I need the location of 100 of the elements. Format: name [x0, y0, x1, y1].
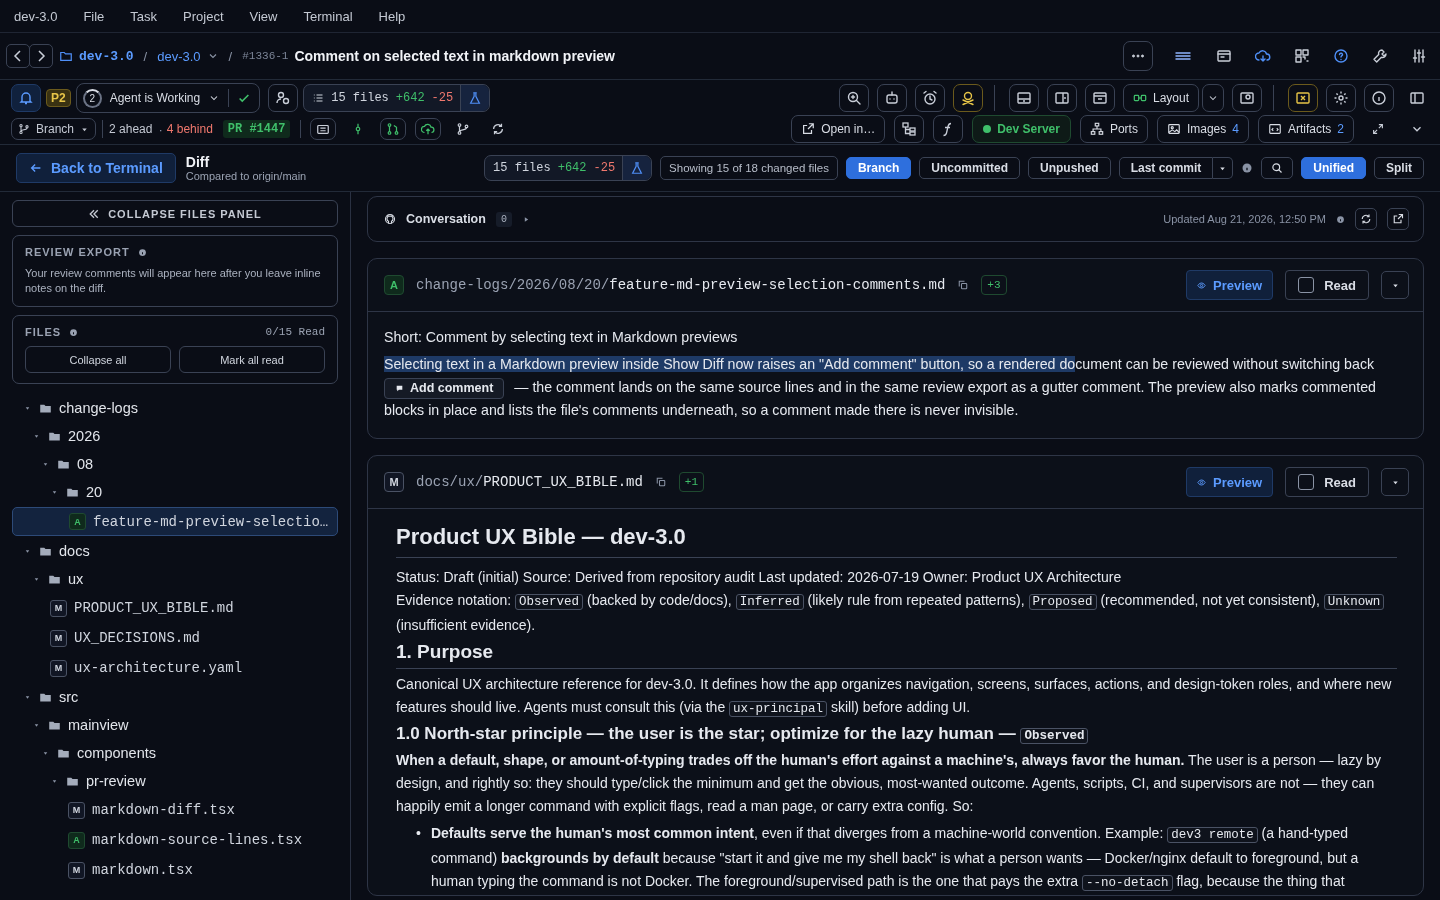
- layout-button[interactable]: Layout: [1122, 84, 1199, 112]
- file-name: markdown-source-lines.tsx: [92, 832, 303, 848]
- branch-selector[interactable]: dev-3.0: [157, 48, 201, 64]
- file-status-badge: M: [68, 801, 85, 819]
- paragraph: When a default, shape, or amount-of-typing trades off the human's effort against a machine's, always favor the human. The user is a person — lazy by design, and rightly so: they should type/click the minimum and get the obvious, most-wanted outcome. Agents, scripts, CI, and supervisors are not — they can happily emit a longer command with explicit flags, read a man page, or carry extra config. So:: [396, 751, 1383, 816]
- branch-button[interactable]: Branch: [11, 118, 97, 140]
- folder-name: mainview: [68, 717, 129, 733]
- folder-name: 20: [86, 484, 103, 500]
- scope-tab[interactable]: Branch: [845, 157, 912, 179]
- card-button[interactable]: [310, 118, 337, 140]
- panel-right-button[interactable]: [1046, 84, 1077, 112]
- open-in-button[interactable]: Open in…: [791, 115, 886, 143]
- pull-request-icon: [386, 122, 401, 136]
- image-icon: [1166, 122, 1181, 136]
- panel-bottom-button[interactable]: [1008, 84, 1039, 112]
- forward-button[interactable]: [29, 44, 53, 68]
- agent-count: 2: [82, 88, 102, 108]
- zoom-button[interactable]: [838, 84, 869, 112]
- cloud-sync-icon: [1255, 48, 1271, 64]
- tree-folder[interactable]: docs: [12, 537, 338, 565]
- refresh-button[interactable]: [1355, 208, 1377, 230]
- panel-action-button[interactable]: Collapse all: [25, 346, 171, 373]
- ports-button[interactable]: Ports: [1079, 115, 1148, 143]
- mark-read-button[interactable]: Read: [1285, 467, 1369, 497]
- function-button[interactable]: [933, 115, 964, 143]
- hierarchy-button[interactable]: [894, 115, 925, 143]
- scope-tab[interactable]: Unpushed: [1027, 157, 1111, 179]
- tree-file[interactable]: M markdown-diff.tsx: [12, 795, 338, 825]
- tree-file[interactable]: A feature-md-preview-selectio…: [12, 507, 338, 536]
- change-count: +1: [678, 472, 705, 492]
- tree-folder[interactable]: 20: [12, 478, 338, 506]
- portrait-button[interactable]: [1232, 84, 1262, 112]
- panel-action-button[interactable]: Mark all read: [179, 346, 325, 373]
- checkbox[interactable]: [1298, 277, 1315, 293]
- github-icon: [384, 213, 396, 225]
- panel-top-button[interactable]: [1084, 84, 1115, 112]
- conversation-label[interactable]: Conversation: [406, 212, 486, 226]
- robot-button[interactable]: [876, 84, 907, 112]
- repo-name[interactable]: dev-3.0: [79, 48, 134, 64]
- images-button[interactable]: Images 4: [1156, 115, 1249, 143]
- additions-count: +642: [557, 161, 587, 175]
- tree-file[interactable]: A markdown-source-lines.tsx: [12, 825, 338, 855]
- tree-folder[interactable]: change-logs: [12, 394, 338, 422]
- tree-folder[interactable]: mainview: [12, 711, 338, 739]
- paragraph: Evidence notation: Observed (backed by code/docs), Inferred (likely rule from repeated patterns), Proposed (recommended, not yet consistent), Unknown (insufficient evidence).: [396, 589, 1397, 637]
- separator-dot: ·: [158, 121, 163, 137]
- skull-button[interactable]: [952, 84, 983, 112]
- menu-item[interactable]: File: [83, 8, 105, 24]
- view-mode-tab[interactable]: Split: [1374, 157, 1424, 179]
- preview-button[interactable]: Preview: [1186, 467, 1274, 497]
- more-button[interactable]: [1123, 41, 1153, 71]
- pull-request-badge[interactable]: PR #1447: [222, 120, 291, 138]
- checkbox[interactable]: [1298, 474, 1315, 490]
- back-to-terminal-button[interactable]: Back to Terminal: [16, 153, 176, 183]
- info-button[interactable]: [1364, 84, 1394, 112]
- search-button[interactable]: [1261, 157, 1294, 179]
- tree-file[interactable]: M markdown.tsx: [12, 855, 338, 885]
- preview-button[interactable]: Preview: [1186, 270, 1274, 300]
- scope-tab[interactable]: Uncommitted: [919, 157, 1020, 179]
- menu-item[interactable]: Terminal: [303, 8, 353, 24]
- artifacts-button[interactable]: Artifacts 2: [1257, 115, 1354, 143]
- mark-read-button[interactable]: Read: [1285, 270, 1369, 300]
- settings-button[interactable]: [1326, 84, 1356, 112]
- assign-button[interactable]: [268, 84, 299, 112]
- menu-item[interactable]: Task: [130, 8, 158, 24]
- file-name: markdown.tsx: [92, 862, 193, 878]
- tree-file[interactable]: M PRODUCT_UX_BIBLE.md: [12, 593, 338, 623]
- files-count: 15 files: [493, 161, 551, 175]
- paragraph: blocks in place and lists the file's comments underneath, so a comment made there is never invisible.: [384, 402, 1019, 418]
- scope-tab[interactable]: Last commit: [1118, 157, 1214, 179]
- open-external-button[interactable]: [1387, 208, 1409, 230]
- tree-file[interactable]: M UX_DECISIONS.md: [12, 623, 338, 653]
- tree-folder[interactable]: 2026: [12, 422, 338, 450]
- refresh-icon: [1360, 213, 1372, 225]
- pull-request-button[interactable]: [380, 118, 407, 140]
- menu-item[interactable]: Project: [183, 8, 224, 24]
- add-comment-button[interactable]: Add comment: [384, 377, 505, 399]
- files-summary[interactable]: 15 files +642 -25: [484, 155, 653, 181]
- tree-folder[interactable]: ux: [12, 565, 338, 593]
- notifications-button[interactable]: [11, 84, 41, 112]
- agent-status-control[interactable]: 2 Agent is Working: [75, 83, 261, 113]
- tree-folder[interactable]: src: [12, 683, 338, 711]
- sliders-icon: [1411, 48, 1427, 64]
- menu-item[interactable]: Help: [378, 8, 406, 24]
- dev-server-button[interactable]: Dev Server: [972, 115, 1071, 143]
- tree-file[interactable]: M ux-architecture.yaml: [12, 653, 338, 683]
- collapse-files-panel-button[interactable]: COLLAPSE FILES PANEL: [12, 200, 338, 227]
- tree-folder[interactable]: 08: [12, 450, 338, 478]
- tree-folder[interactable]: components: [12, 739, 338, 767]
- window-icon: [1216, 48, 1232, 64]
- file-status-badge: A: [384, 275, 404, 295]
- view-mode-tab[interactable]: Unified: [1301, 157, 1366, 179]
- files-summary[interactable]: 15 files +642 -25: [303, 84, 491, 112]
- menu-item[interactable]: dev-3.0: [14, 8, 58, 24]
- file-name: markdown-diff.tsx: [92, 802, 235, 818]
- menu-item[interactable]: View: [249, 8, 278, 24]
- upload-button[interactable]: [415, 118, 442, 140]
- alarm-button[interactable]: [914, 84, 945, 112]
- close-panel-button[interactable]: [1288, 84, 1318, 112]
- tree-folder[interactable]: pr-review: [12, 767, 338, 795]
